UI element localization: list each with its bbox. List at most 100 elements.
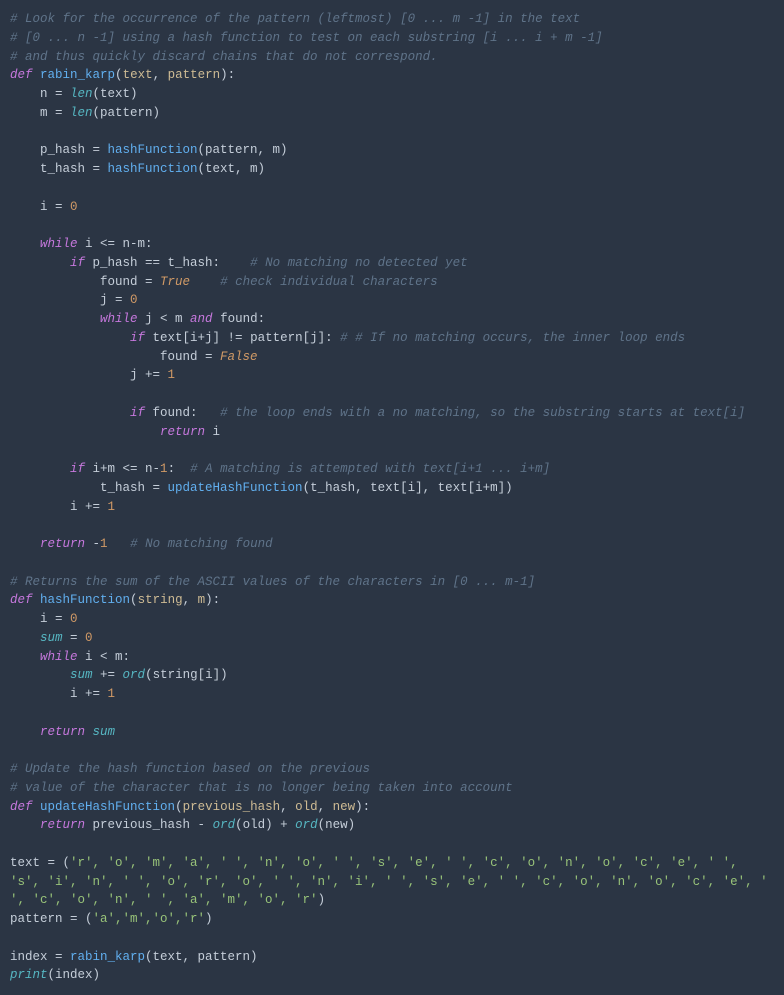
code-text: i+m <= n-: [85, 462, 160, 476]
keyword-if: if: [70, 256, 85, 270]
code-text: found =: [100, 275, 160, 289]
code-text: =: [63, 631, 86, 645]
comment-line: # Look for the occurrence of the pattern…: [10, 12, 580, 26]
code-text: index =: [10, 950, 70, 964]
builtin-len: len: [70, 106, 93, 120]
function-call: updateHashFunction: [168, 481, 303, 495]
builtin-len: len: [70, 87, 93, 101]
code-text: (t_hash, text[i], text[i+m]): [303, 481, 513, 495]
keyword-def: def: [10, 593, 33, 607]
code-text: p_hash == t_hash:: [85, 256, 220, 270]
keyword-if: if: [130, 406, 145, 420]
code-text: i: [205, 425, 220, 439]
number: 1: [108, 500, 116, 514]
code-text: previous_hash -: [85, 818, 213, 832]
code-text: n =: [40, 87, 70, 101]
code-text: j < m: [138, 312, 191, 326]
keyword-while: while: [100, 312, 138, 326]
comment-line: # Update the hash function based on the …: [10, 762, 370, 776]
comment-line: # value of the character that is no long…: [10, 781, 513, 795]
code-text: text[i+j] != pattern[j]:: [145, 331, 340, 345]
function-name: rabin_karp: [40, 68, 115, 82]
code-text: j +=: [130, 368, 168, 382]
code-text: (pattern, m): [198, 143, 288, 157]
comment: # the loop ends with a no matching, so t…: [220, 406, 745, 420]
code-text: (text, pattern): [145, 950, 258, 964]
param: old: [295, 800, 318, 814]
code-text: (text): [93, 87, 138, 101]
keyword-return: return: [40, 818, 85, 832]
keyword-while: while: [40, 650, 78, 664]
code-text: i =: [40, 200, 70, 214]
code-text: p_hash =: [40, 143, 108, 157]
code-text: i =: [40, 612, 70, 626]
code-text: :: [168, 462, 176, 476]
param: new: [333, 800, 356, 814]
code-text: (index): [48, 968, 101, 982]
comment-line: # and thus quickly discard chains that d…: [10, 50, 438, 64]
code-text: [85, 725, 93, 739]
param: previous_hash: [183, 800, 281, 814]
code-text: text = (: [10, 856, 70, 870]
const-false: False: [220, 350, 258, 364]
code-text: ): [318, 893, 326, 907]
code-text: (text, m): [198, 162, 266, 176]
code-text: i +=: [70, 500, 108, 514]
keyword-if: if: [130, 331, 145, 345]
param: pattern: [168, 68, 221, 82]
code-text: +=: [93, 668, 123, 682]
builtin-print: print: [10, 968, 48, 982]
comment: # A matching is attempted with text[i+1 …: [190, 462, 550, 476]
number: 0: [70, 612, 78, 626]
comment: # No matching found: [130, 537, 273, 551]
string-tuple: 'r', 'o', 'm', 'a', ' ', 'n', 'o', ' ', …: [10, 856, 775, 908]
code-text: j =: [100, 293, 130, 307]
code-block: # Look for the occurrence of the pattern…: [10, 10, 774, 985]
code-text: (new): [318, 818, 356, 832]
keyword-while: while: [40, 237, 78, 251]
code-text: -: [85, 537, 100, 551]
param: text: [123, 68, 153, 82]
comment-line: # [0 ... n -1] using a hash function to …: [10, 31, 603, 45]
function-call: hashFunction: [108, 162, 198, 176]
keyword-if: if: [70, 462, 85, 476]
function-call: hashFunction: [108, 143, 198, 157]
keyword-and: and: [190, 312, 213, 326]
keyword-def: def: [10, 800, 33, 814]
function-name: updateHashFunction: [40, 800, 175, 814]
comment: # No matching no detected yet: [250, 256, 468, 270]
code-text: pattern = (: [10, 912, 93, 926]
keyword-return: return: [40, 725, 85, 739]
function-call: rabin_karp: [70, 950, 145, 964]
code-text: t_hash =: [40, 162, 108, 176]
const-true: True: [160, 275, 190, 289]
keyword-return: return: [40, 537, 85, 551]
number: 1: [168, 368, 176, 382]
number: 1: [100, 537, 108, 551]
code-text: found =: [160, 350, 220, 364]
comment-line: # Returns the sum of the ASCII values of…: [10, 575, 535, 589]
code-text: i +=: [70, 687, 108, 701]
keyword-return: return: [160, 425, 205, 439]
var-sum: sum: [40, 631, 63, 645]
code-text: (string[i]): [145, 668, 228, 682]
code-text: (pattern): [93, 106, 161, 120]
code-text: (old) +: [235, 818, 295, 832]
number: 0: [70, 200, 78, 214]
code-text: found:: [213, 312, 266, 326]
param: string: [138, 593, 183, 607]
builtin-ord: ord: [123, 668, 146, 682]
code-text: t_hash =: [100, 481, 168, 495]
builtin-ord: ord: [213, 818, 236, 832]
code-text: i <= n-m:: [78, 237, 153, 251]
comment: # check individual characters: [220, 275, 438, 289]
code-text: i < m:: [78, 650, 131, 664]
var-sum: sum: [93, 725, 116, 739]
string-tuple: 'a','m','o','r': [93, 912, 206, 926]
comment: # # If no matching occurs, the inner loo…: [340, 331, 685, 345]
code-text: ): [205, 912, 213, 926]
number: 0: [130, 293, 138, 307]
keyword-def: def: [10, 68, 33, 82]
function-name: hashFunction: [40, 593, 130, 607]
code-text: m =: [40, 106, 70, 120]
